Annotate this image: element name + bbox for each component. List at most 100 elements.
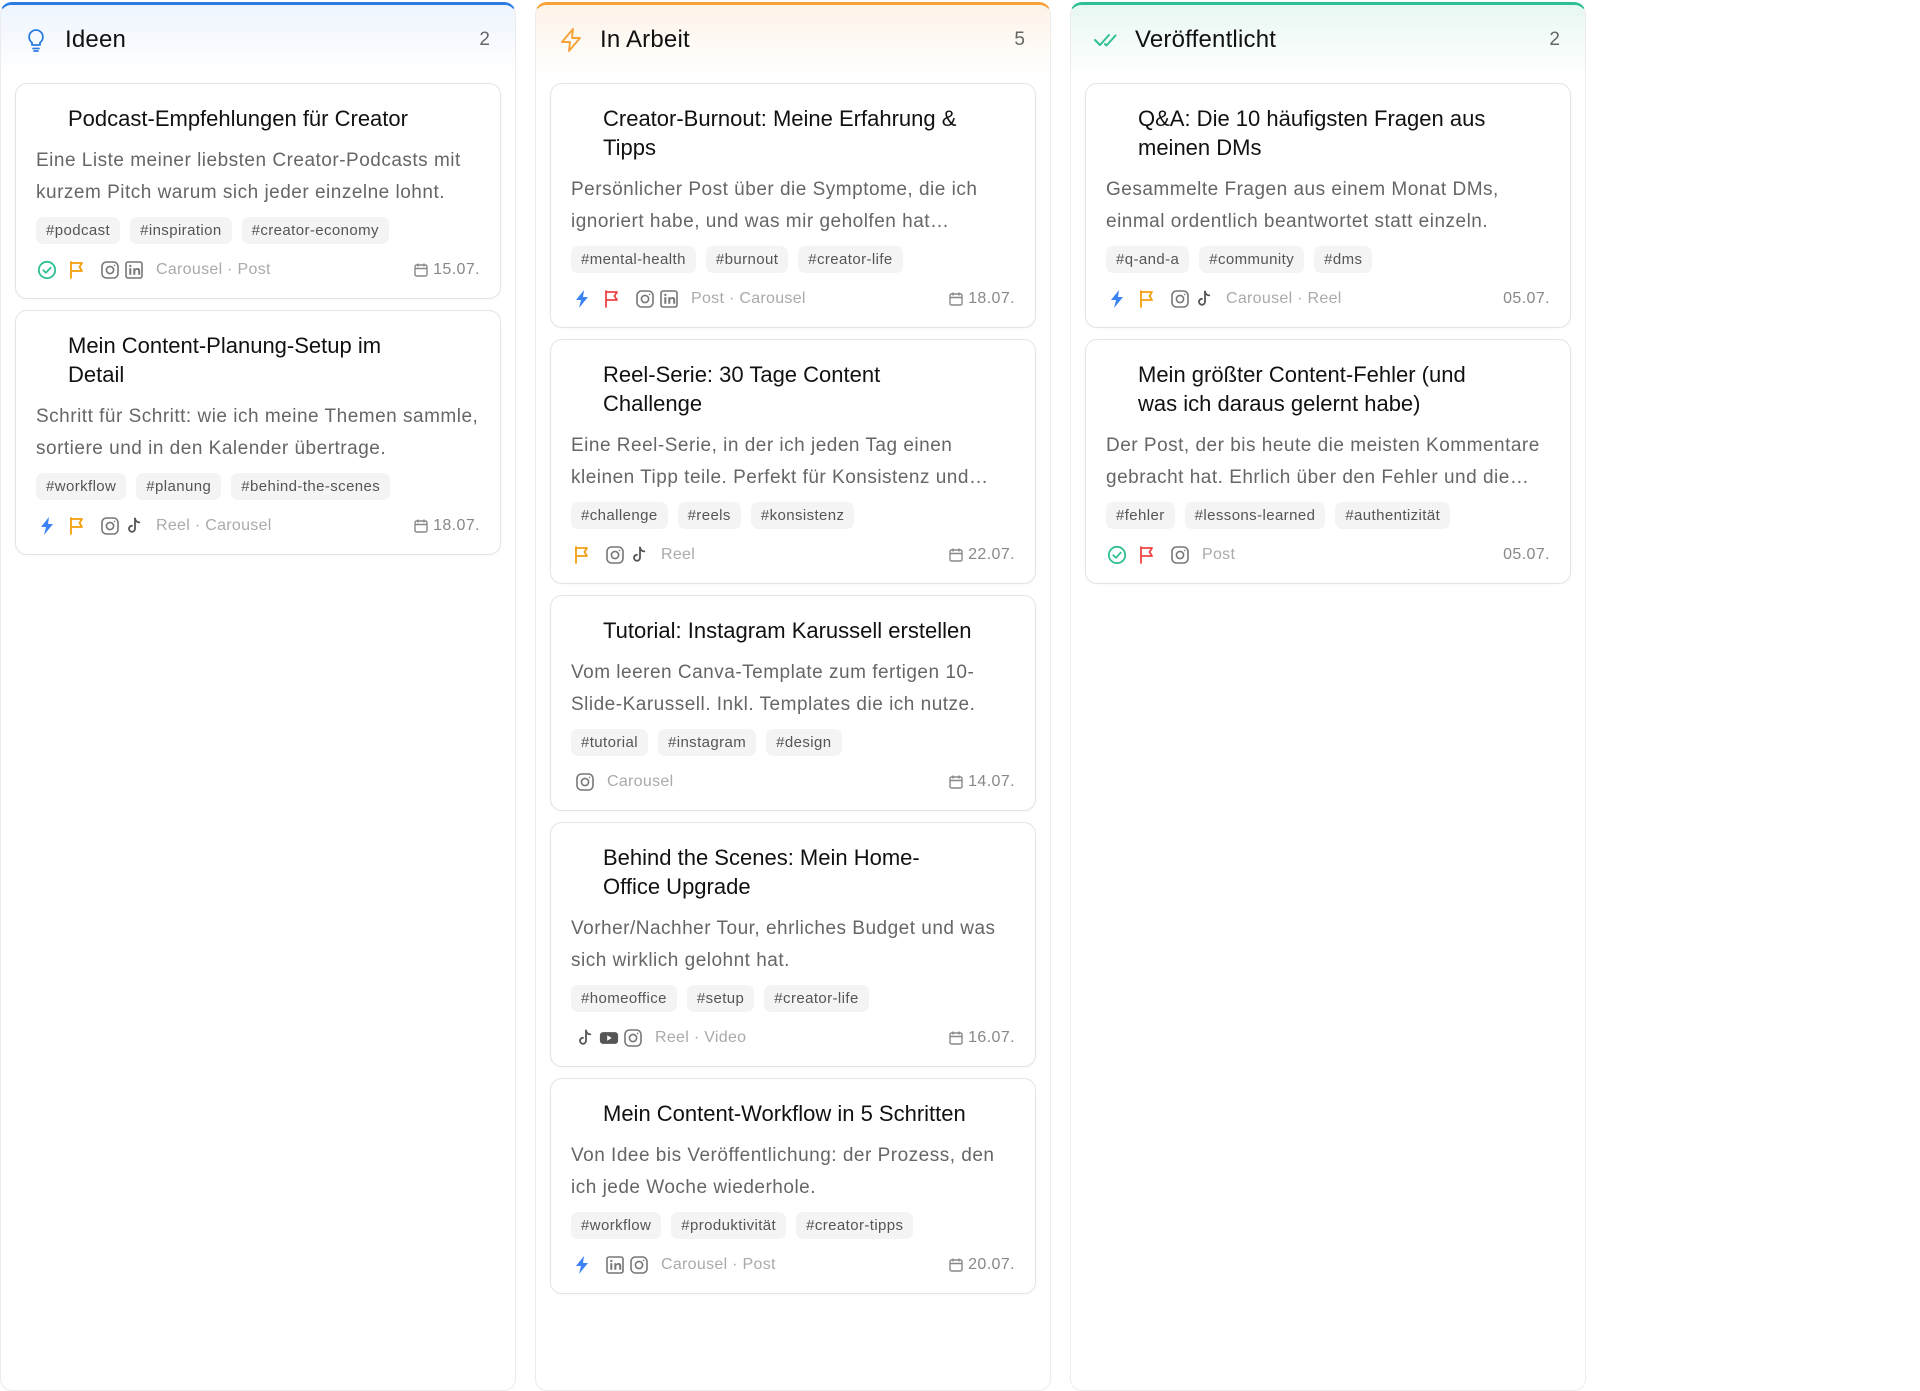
- column-title: In Arbeit: [600, 26, 690, 53]
- tag[interactable]: #produktivität: [671, 1212, 787, 1239]
- tag[interactable]: #workflow: [36, 473, 127, 500]
- tag[interactable]: #planung: [136, 473, 222, 500]
- card-footer: Carousel · Reel 05.07.: [1106, 287, 1550, 311]
- content-card[interactable]: Tutorial: Instagram Karussell erstellen V…: [550, 595, 1036, 811]
- tag[interactable]: #reels: [677, 502, 741, 529]
- tag[interactable]: #challenge: [571, 502, 668, 529]
- content-card[interactable]: Reel-Serie: 30 Tage Content Challenge Ein…: [550, 339, 1036, 584]
- tiktok-icon: [1194, 289, 1214, 309]
- check-circle-icon: [36, 259, 58, 281]
- column-ideen: Ideen 2 Podcast-Empfehlungen für Creator Ei…: [0, 2, 516, 1391]
- content-card[interactable]: Behind the Scenes: Mein Home-Office Upgr…: [550, 822, 1036, 1067]
- due-date-value: 14.07.: [968, 773, 1015, 790]
- card-description: Vom leeren Canva-Template zum fertigen 1…: [571, 662, 976, 715]
- tag-list: #workflow #produktivität #creator-tipps: [571, 1212, 1015, 1239]
- due-date: 15.07.: [413, 261, 480, 279]
- content-card[interactable]: Q&A: Die 10 häufigsten Fragen aus meinen…: [1085, 83, 1571, 328]
- content-card[interactable]: Mein größter Content-Fehler (und was ich…: [1085, 339, 1571, 584]
- card-title: Podcast-Empfehlungen für Creator: [68, 106, 408, 131]
- tag[interactable]: #fehler: [1106, 502, 1175, 529]
- card-footer: Reel · Carousel 18.07.: [36, 514, 480, 538]
- tag[interactable]: #workflow: [571, 1212, 662, 1239]
- bolt-icon: [1106, 288, 1128, 310]
- instagram-icon: [623, 1028, 643, 1048]
- tag[interactable]: #community: [1199, 246, 1305, 273]
- flag-icon: [1136, 288, 1158, 310]
- card-description: Vorher/Nachher Tour, ehrliches Budget un…: [571, 918, 996, 971]
- tag[interactable]: #dms: [1314, 246, 1373, 273]
- format-label: Reel: [661, 546, 696, 563]
- card-title: Behind the Scenes: Mein Home-Office Upgr…: [603, 845, 920, 899]
- due-date-value: 18.07.: [433, 517, 480, 534]
- tag[interactable]: #q-and-a: [1106, 246, 1190, 273]
- tag[interactable]: #mental-health: [571, 246, 696, 273]
- instagram-icon: [575, 772, 595, 792]
- instagram-icon: [1170, 545, 1190, 565]
- tag[interactable]: #podcast: [36, 217, 121, 244]
- column-title: Veröffentlicht: [1135, 26, 1277, 53]
- tag-list: #fehler #lessons-learned #authentizität: [1106, 502, 1550, 529]
- tag[interactable]: #setup: [686, 985, 755, 1012]
- tag-list: #tutorial #instagram #design: [571, 729, 1015, 756]
- card-footer: Carousel · Post 20.07.: [571, 1253, 1015, 1277]
- format-label: Carousel · Reel: [1226, 290, 1342, 307]
- linkedin-icon: [605, 1255, 625, 1275]
- instagram-icon: [635, 289, 655, 309]
- due-date-value: 20.07.: [968, 1256, 1015, 1273]
- tag[interactable]: #lessons-learned: [1184, 502, 1326, 529]
- tag[interactable]: #homeoffice: [571, 985, 677, 1012]
- column-header: Veröffentlicht 2: [1071, 5, 1585, 75]
- tag-list: #q-and-a #community #dms: [1106, 246, 1550, 273]
- linkedin-icon: [124, 260, 144, 280]
- content-card[interactable]: Mein Content-Planung-Setup im Detail Schr…: [15, 310, 501, 555]
- tag[interactable]: #inspiration: [130, 217, 232, 244]
- due-date-value: 05.07.: [1503, 290, 1550, 307]
- due-date-value: 15.07.: [433, 261, 480, 278]
- column-publ: Veröffentlicht 2 Q&A: Die 10 häufigsten Fr…: [1070, 2, 1586, 1391]
- flag-icon: [66, 515, 88, 537]
- tag[interactable]: #design: [766, 729, 842, 756]
- content-card[interactable]: Podcast-Empfehlungen für Creator Eine Lis…: [15, 83, 501, 299]
- tag[interactable]: #authentizität: [1335, 502, 1451, 529]
- card-description: Gesammelte Fragen aus einem Monat DMs, e…: [1106, 179, 1499, 232]
- card-list: Podcast-Empfehlungen für Creator Eine Lis…: [1, 75, 515, 555]
- column-title: Ideen: [65, 26, 127, 53]
- flag-icon: [1136, 544, 1158, 566]
- due-date-value: 22.07.: [968, 546, 1015, 563]
- tag[interactable]: #behind-the-scenes: [231, 473, 391, 500]
- instagram-icon: [629, 1255, 649, 1275]
- column-count: 2: [479, 29, 490, 50]
- tag[interactable]: #konsistenz: [750, 502, 855, 529]
- tag[interactable]: #tutorial: [571, 729, 648, 756]
- format-label: Carousel · Post: [661, 1256, 776, 1273]
- column-arbeit: In Arbeit 5 Creator-Burnout: Meine Erfahru…: [535, 2, 1051, 1391]
- column-header: In Arbeit 5: [536, 5, 1050, 75]
- bolt-icon: [571, 288, 593, 310]
- tag[interactable]: #creator-economy: [241, 217, 389, 244]
- tiktok-icon: [124, 516, 144, 536]
- tag[interactable]: #creator-tipps: [796, 1212, 914, 1239]
- instagram-icon: [1170, 289, 1190, 309]
- card-title: Mein Content-Planung-Setup im Detail: [68, 333, 382, 387]
- tag[interactable]: #creator-life: [798, 246, 903, 273]
- format-label: Carousel · Post: [156, 261, 271, 278]
- tiktok-icon: [575, 1028, 595, 1048]
- format-label: Carousel: [607, 773, 674, 790]
- bolt-icon: [36, 515, 58, 537]
- card-title: Mein größter Content-Fehler (und was ich…: [1138, 362, 1466, 416]
- calendar-icon: [948, 1257, 964, 1273]
- content-card[interactable]: Creator-Burnout: Meine Erfahrung & Tipps…: [550, 83, 1036, 328]
- column-header: Ideen 2: [1, 5, 515, 75]
- tag-list: #homeoffice #setup #creator-life: [571, 985, 1015, 1012]
- content-card[interactable]: Mein Content-Workflow in 5 Schritten Von …: [550, 1078, 1036, 1294]
- bolt-icon: [558, 27, 584, 53]
- due-date: 05.07.: [1503, 290, 1550, 308]
- tag[interactable]: #creator-life: [764, 985, 869, 1012]
- card-description: Von Idee bis Veröffentlichung: der Proze…: [571, 1145, 995, 1198]
- tag[interactable]: #instagram: [657, 729, 757, 756]
- flag-icon: [601, 288, 623, 310]
- tag-list: #challenge #reels #konsistenz: [571, 502, 1015, 529]
- instagram-icon: [605, 545, 625, 565]
- tag[interactable]: #burnout: [705, 246, 789, 273]
- card-footer: Reel 22.07.: [571, 543, 1015, 567]
